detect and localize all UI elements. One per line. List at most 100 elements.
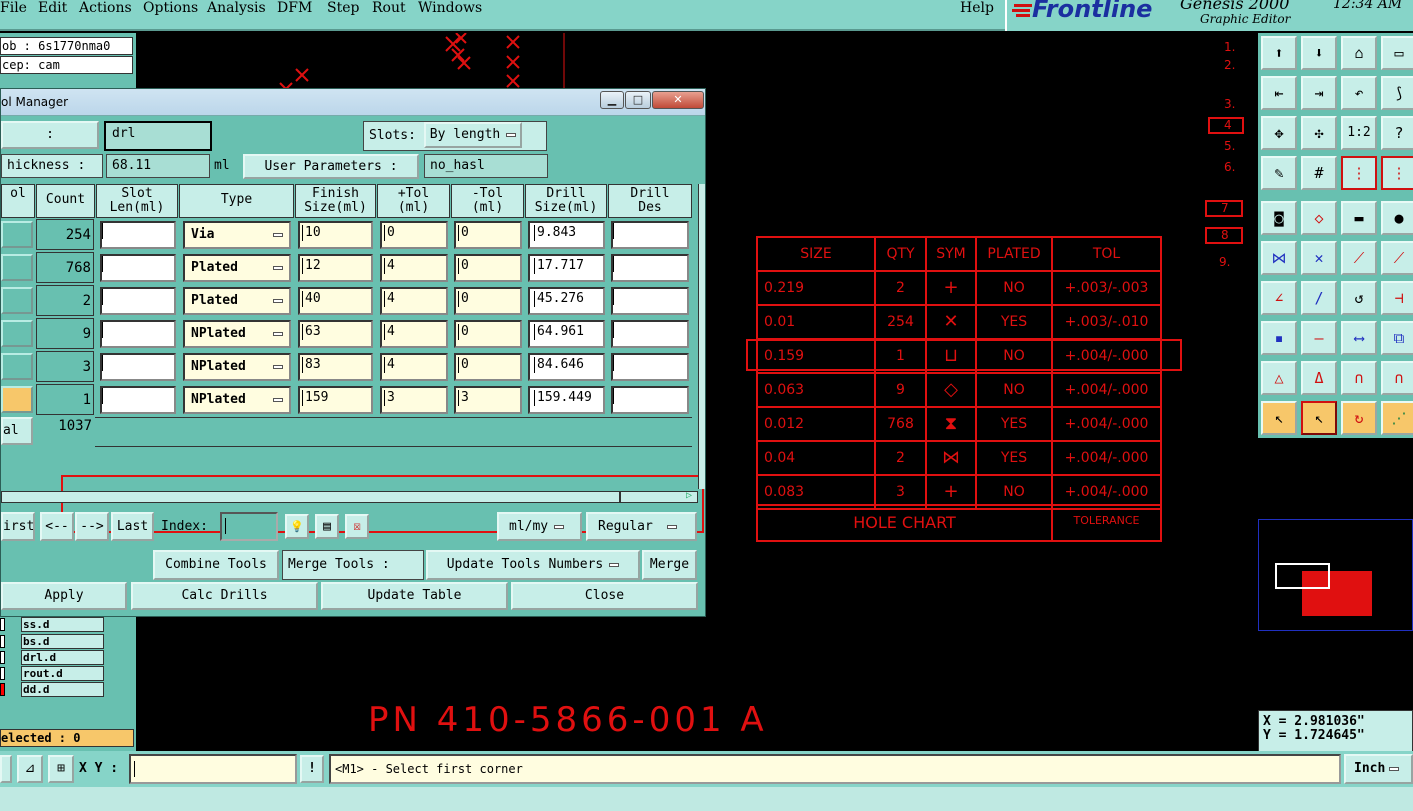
drill-des-input[interactable] [611,386,689,414]
user-parameters-field[interactable]: no_hasl [424,154,548,178]
plus-tol-input[interactable]: 4 [380,254,448,282]
menu-edit[interactable]: Edit [38,0,67,16]
plus-tol-input[interactable]: 4 [380,353,448,381]
apply-button[interactable]: Apply [1,582,127,610]
unit-dropdown[interactable]: Inch [1344,754,1413,784]
slash-icon[interactable]: / [1301,281,1337,315]
scale-ratio-icon[interactable]: 1:2 [1341,116,1377,150]
index-input[interactable] [220,512,278,541]
first-button[interactable]: irst [1,512,35,541]
slot-len-input[interactable] [100,353,176,381]
pointer-rotate-icon[interactable]: ↻ [1341,401,1377,435]
last-button[interactable]: Last [111,512,154,541]
layer-row-rout[interactable]: rout.d [0,666,104,681]
ruler-icon[interactable]: ▬ [1341,201,1377,235]
type-dropdown[interactable]: NPlated [183,386,291,414]
drill-des-input[interactable] [611,221,689,249]
finish-size-input[interactable]: 159 [298,386,373,414]
menu-options[interactable]: Options [143,0,198,16]
pads-icon[interactable]: ⧉ [1381,321,1413,355]
snap-icon[interactable]: ⟆ [1381,76,1413,110]
mode-dropdown[interactable]: Regular [586,512,697,541]
layer-row-drl[interactable]: drl.d [0,650,104,665]
finish-size-input[interactable]: 40 [298,287,373,315]
layer-field[interactable]: drl [104,121,212,151]
calc-drills-button[interactable]: Calc Drills [131,582,318,610]
layer-color-box[interactable] [0,635,5,648]
dialog-titlebar[interactable]: ol Manager ▁ □ ✕ [1,89,705,116]
menu-step[interactable]: Step [327,0,359,16]
menu-file[interactable]: File [0,0,27,16]
node-icon[interactable]: ▪ [1261,321,1297,355]
thickness-field[interactable]: 68.11 [106,154,210,178]
edit-list-icon[interactable]: ▤ [315,514,339,539]
connect-icon[interactable]: ⋈ [1261,241,1297,275]
slot-len-input[interactable] [100,386,176,414]
menu-rout[interactable]: Rout [372,0,406,16]
slot-len-input[interactable] [100,221,176,249]
arc-icon[interactable]: ↺ [1341,281,1377,315]
triangle-icon[interactable]: △ [1261,361,1297,395]
prev-button[interactable]: <-- [40,512,74,541]
minus-tol-input[interactable]: 0 [454,221,522,249]
type-dropdown[interactable]: NPlated [183,320,291,348]
finish-size-input[interactable]: 83 [298,353,373,381]
drill-des-input[interactable] [611,254,689,282]
distance-icon[interactable]: ⟷ [1341,321,1377,355]
layer-row-ss[interactable]: ss.d [0,617,104,632]
drill-size-field[interactable]: 84.646 [528,353,605,381]
update-table-button[interactable]: Update Table [321,582,508,610]
type-dropdown[interactable]: Via [183,221,291,249]
open-icon[interactable]: ⬆ [1261,36,1297,70]
minus-tol-input[interactable]: 3 [454,386,522,414]
drill-des-input[interactable] [611,353,689,381]
minus-tol-input[interactable]: 0 [454,353,522,381]
zoom-center-icon[interactable]: ✣ [1301,116,1337,150]
menu-dfm[interactable]: DFM [277,0,312,16]
combine-tools-button[interactable]: Combine Tools [153,550,279,580]
pointer-select-icon[interactable]: ↖ [1301,401,1337,435]
type-dropdown[interactable]: NPlated [183,353,291,381]
drill-des-input[interactable] [611,287,689,315]
scroll-right-icon[interactable]: ▷ [686,490,692,501]
plus-tol-input[interactable]: 3 [380,386,448,414]
arch-icon[interactable]: ∩ [1341,361,1377,395]
tool-select-button[interactable] [1,287,33,314]
undo-icon[interactable]: ↶ [1341,76,1377,110]
drill-size-field[interactable]: 159.449 [528,386,605,414]
xy-input[interactable] [129,754,297,784]
type-dropdown[interactable]: Plated [183,254,291,282]
tool-select-button[interactable] [1,254,33,281]
slot-len-input[interactable] [100,320,176,348]
units-dropdown[interactable]: ml/my [497,512,582,541]
layer-row-bs[interactable]: bs.d [0,634,104,649]
layer-color-box[interactable] [0,618,5,631]
minus-tol-input[interactable]: 0 [454,287,522,315]
slots-dropdown[interactable]: By length [423,122,523,148]
pointer-icon[interactable]: ↖ [1261,401,1297,435]
minus-tol-input[interactable]: 0 [454,254,522,282]
tool-select-button[interactable] [1,221,33,248]
pointer-net-icon[interactable]: ⋰ [1381,401,1413,435]
query-icon[interactable]: ? [1381,116,1413,150]
circle-icon[interactable]: ● [1381,201,1413,235]
mini-map-viewport[interactable] [1275,563,1330,589]
update-tools-numbers-dropdown[interactable]: Update Tools Numbers [426,550,640,580]
pad-icon[interactable]: ◙ [1261,201,1297,235]
maximize-icon[interactable]: □ [625,91,651,109]
table-hscrollbar[interactable]: ▷ [1,490,698,503]
menu-help[interactable]: Help [960,0,994,16]
close-icon[interactable]: ✕ [652,91,704,109]
slot-len-input[interactable] [100,254,176,282]
menu-actions[interactable]: Actions [79,0,132,16]
alert-icon[interactable]: ! [300,755,324,783]
type-dropdown[interactable]: Plated [183,287,291,315]
cross-icon[interactable]: ✕ [1301,241,1337,275]
minus-tol-input[interactable]: 0 [454,320,522,348]
angle-icon[interactable]: ∠ [1261,281,1297,315]
layer-label-button[interactable]: : [1,121,99,149]
plus-tol-input[interactable]: 0 [380,221,448,249]
plus-tol-input[interactable]: 4 [380,320,448,348]
shape-icon[interactable]: ◇ [1301,201,1337,235]
step-forward-icon[interactable]: ⇥ [1301,76,1337,110]
